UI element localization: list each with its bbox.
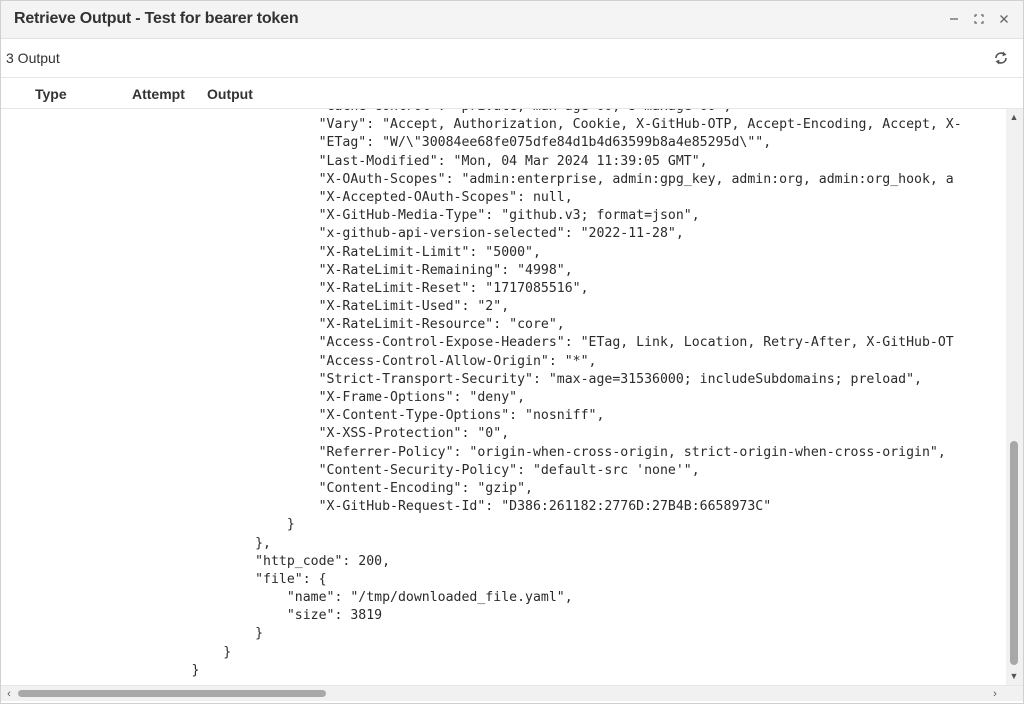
output-line: "Vary": "Accept, Authorization, Cookie, … <box>1 117 962 133</box>
output-line: } <box>1 644 232 660</box>
column-header-attempt[interactable]: Attempt <box>132 86 185 102</box>
output-line: "name": "/tmp/downloaded_file.yaml", <box>1 590 573 606</box>
refresh-icon <box>995 51 1007 65</box>
close-icon <box>1000 15 1008 23</box>
output-line: "Content-Encoding": "gzip", <box>1 480 533 496</box>
output-line: "http_code": 200, <box>1 553 391 569</box>
output-line: "ETag": "W/\"30084ee68fe075dfe84d1b4d635… <box>1 135 772 151</box>
output-line: "X-GitHub-Media-Type": "github.v3; forma… <box>1 208 700 224</box>
output-line: "X-GitHub-Request-Id": "D386:261182:2776… <box>1 499 772 515</box>
output-line: "size": 3819 <box>1 608 383 624</box>
scroll-left-arrow-icon[interactable]: ‹ <box>4 688 14 700</box>
output-line: "Access-Control-Expose-Headers": "ETag, … <box>1 335 954 351</box>
horizontal-scroll-thumb[interactable] <box>18 690 326 697</box>
output-line: "X-RateLimit-Reset": "1717085516", <box>1 280 589 296</box>
scroll-right-arrow-icon[interactable]: › <box>990 688 1000 700</box>
minimize-button[interactable] <box>944 9 964 29</box>
output-line: }, <box>1 535 271 551</box>
vertical-scrollbar[interactable]: ▲ ▼ <box>1006 109 1023 685</box>
output-line: } <box>1 517 295 533</box>
output-json: "Cache-Control": "private, max-age=60, s… <box>1 109 962 680</box>
output-line: "Content-Security-Policy": "default-src … <box>1 462 700 478</box>
minimize-icon <box>950 18 958 20</box>
output-line: "file": { <box>1 571 327 587</box>
output-toolbar: 3 Output <box>1 40 1023 78</box>
maximize-icon <box>974 14 984 24</box>
retrieve-output-window: Retrieve Output - Test for bearer token … <box>0 0 1024 704</box>
output-content: "Cache-Control": "private, max-age=60, s… <box>1 109 1006 685</box>
vertical-scroll-thumb[interactable] <box>1010 441 1018 665</box>
output-line: "X-RateLimit-Used": "2", <box>1 299 510 315</box>
output-line: "X-XSS-Protection": "0", <box>1 426 510 442</box>
output-line: "X-Content-Type-Options": "nosniff", <box>1 408 605 424</box>
output-count: 3 Output <box>6 50 60 66</box>
title-bar: Retrieve Output - Test for bearer token <box>1 1 1023 39</box>
scroll-down-arrow-icon[interactable]: ▼ <box>1009 671 1019 681</box>
refresh-button[interactable] <box>991 48 1011 68</box>
output-line: "X-RateLimit-Remaining": "4998", <box>1 262 573 278</box>
window-title: Retrieve Output - Test for bearer token <box>14 10 299 27</box>
output-line: "X-Frame-Options": "deny", <box>1 390 526 405</box>
close-button[interactable] <box>994 9 1014 29</box>
horizontal-scrollbar[interactable]: ‹ › <box>1 685 1023 701</box>
output-line: "x-github-api-version-selected": "2022-1… <box>1 226 684 242</box>
column-header-output[interactable]: Output <box>207 86 253 102</box>
output-line: } <box>1 626 264 642</box>
output-line: "X-OAuth-Scopes": "admin:enterprise, adm… <box>1 171 954 187</box>
output-line: "Access-Control-Allow-Origin": "*", <box>1 353 597 369</box>
output-line: "X-RateLimit-Resource": "core", <box>1 317 565 333</box>
output-line: "X-RateLimit-Limit": "5000", <box>1 244 541 260</box>
table-header: Type Attempt Output <box>1 79 1023 109</box>
output-line: } <box>1 662 200 678</box>
scroll-up-arrow-icon[interactable]: ▲ <box>1009 112 1019 122</box>
output-line: "Referrer-Policy": "origin-when-cross-or… <box>1 444 946 460</box>
output-line: "X-Accepted-OAuth-Scopes": null, <box>1 189 573 205</box>
column-header-type[interactable]: Type <box>35 86 67 102</box>
output-line: "Last-Modified": "Mon, 04 Mar 2024 11:39… <box>1 153 708 169</box>
output-line: "Strict-Transport-Security": "max-age=31… <box>1 371 922 387</box>
maximize-button[interactable] <box>969 9 989 29</box>
output-line: "Cache-Control": "private, max-age=60, s… <box>1 109 962 116</box>
